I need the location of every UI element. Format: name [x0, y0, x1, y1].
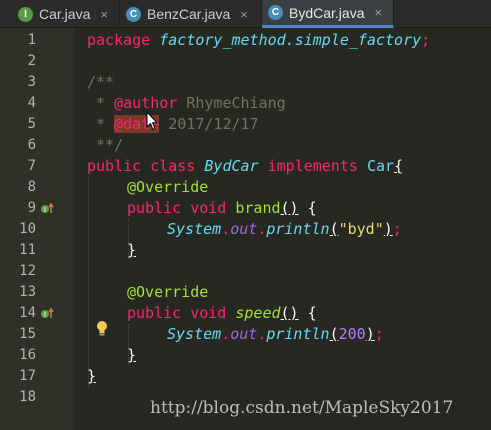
interface-icon: I: [18, 6, 33, 22]
close-icon[interactable]: ×: [240, 7, 248, 22]
tab-label: Car.java: [39, 6, 91, 22]
paren: (: [329, 220, 339, 238]
line-number: 2: [27, 53, 36, 69]
brace: {: [298, 199, 317, 217]
line-number: 16: [19, 347, 36, 363]
code-line: **/: [87, 136, 124, 154]
line-number: 3: [27, 74, 36, 90]
line-number: 7: [27, 158, 36, 174]
code-line: }: [127, 346, 137, 364]
code-line: System.out.println(200);: [167, 324, 384, 345]
code-line: System.out.println("byd");: [167, 219, 402, 240]
lightbulb-icon[interactable]: [95, 320, 109, 338]
code-line: public void speed() {: [127, 303, 317, 324]
method-call: println: [266, 325, 330, 343]
tab-bydcar-java[interactable]: C BydCar.java ×: [262, 0, 394, 28]
comment: *: [87, 115, 115, 133]
comment: *: [87, 94, 115, 112]
code-line: public class BydCar implements Car{: [87, 156, 403, 177]
line-number: 10: [19, 221, 36, 237]
tab-car-java[interactable]: I Car.java ×: [12, 0, 120, 28]
tab-label: BydCar.java: [289, 4, 365, 21]
line-number: 18: [19, 389, 36, 405]
line-number: 11: [19, 242, 36, 258]
code-line: }: [127, 241, 137, 259]
paren: ): [383, 220, 393, 238]
interface-name: Car: [366, 157, 395, 175]
line-number: 9: [27, 200, 36, 216]
brace: {: [298, 304, 317, 322]
keyword: package: [87, 31, 160, 49]
class-icon: C: [126, 6, 141, 22]
dot: .: [221, 325, 231, 343]
code-line: @Override: [127, 283, 209, 301]
tab-label: BenzCar.java: [147, 6, 231, 22]
class-ref: System: [167, 325, 222, 343]
dot: .: [257, 325, 267, 343]
code-line: /**: [87, 73, 115, 91]
code-editor[interactable]: package factory_method.simple_factory; /…: [74, 28, 491, 430]
method-name: speed: [235, 304, 281, 322]
indent-guide: [88, 177, 89, 387]
field-ref: out: [230, 325, 258, 343]
line-number: 13: [19, 284, 36, 300]
string-literal: "byd": [338, 220, 384, 238]
code-line: public void brand() {: [127, 198, 317, 219]
line-number: 8: [27, 179, 36, 195]
package-name: factory_method.simple_factory: [159, 31, 422, 49]
class-ref: System: [167, 220, 222, 238]
brace: {: [394, 157, 404, 175]
svg-text:I: I: [44, 206, 46, 214]
code-line: @Override: [127, 178, 209, 196]
semicolon: ;: [392, 220, 402, 238]
semicolon: ;: [374, 325, 384, 343]
line-number: 14: [19, 305, 36, 321]
line-number: 5: [27, 116, 36, 132]
dot: .: [257, 220, 267, 238]
close-icon[interactable]: ×: [374, 5, 382, 20]
code-line: package factory_method.simple_factory;: [87, 30, 430, 51]
comment: RhymeChiang: [177, 94, 286, 112]
comment: 2017/12/17: [159, 115, 259, 133]
keyword: public class: [87, 157, 205, 175]
parens: (): [280, 304, 299, 322]
line-number: 17: [19, 368, 36, 384]
code-line: * @date 2017/12/17: [87, 114, 259, 135]
editor-tab-bar: I Car.java × C BenzCar.java × C BydCar.j…: [0, 0, 491, 28]
paren: (: [329, 325, 339, 343]
semicolon: ;: [421, 31, 431, 49]
method-call: println: [266, 220, 330, 238]
paren: ): [365, 325, 375, 343]
tab-benzcar-java[interactable]: C BenzCar.java ×: [120, 0, 262, 28]
code-line: }: [87, 367, 97, 385]
line-number: 15: [19, 326, 36, 342]
code-line: * @author RhymeChiang: [87, 93, 286, 114]
line-number: 6: [27, 137, 36, 153]
field-ref: out: [230, 220, 258, 238]
close-icon[interactable]: ×: [100, 7, 108, 22]
keyword: public void: [127, 304, 236, 322]
dot: .: [221, 220, 231, 238]
implements-method-icon[interactable]: I: [40, 202, 54, 216]
watermark: http://blog.csdn.net/MapleSky2017: [150, 398, 454, 418]
class-name: BydCar: [204, 157, 259, 175]
class-icon: C: [268, 5, 283, 20]
number-literal: 200: [338, 325, 366, 343]
line-number: 4: [27, 95, 36, 111]
method-name: brand: [235, 199, 281, 217]
implements-method-icon[interactable]: I: [40, 307, 54, 321]
mouse-cursor-icon: [146, 111, 158, 131]
svg-text:I: I: [44, 311, 46, 319]
javadoc-tag: @author: [114, 94, 178, 112]
line-number: 12: [19, 263, 36, 279]
parens: (): [280, 199, 299, 217]
keyword: public void: [127, 199, 236, 217]
line-number: 1: [27, 32, 36, 48]
keyword: implements: [258, 157, 367, 175]
